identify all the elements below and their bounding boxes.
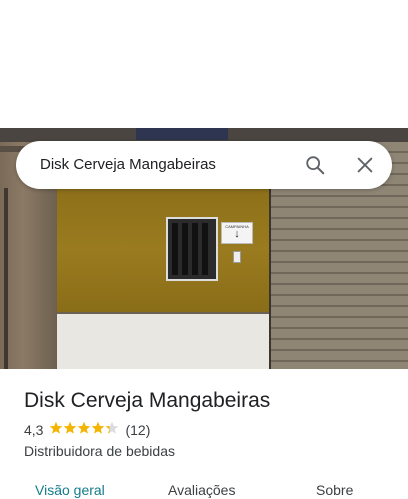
tab-bar: Visão geral Avaliações Sobre bbox=[0, 478, 408, 498]
tab-overview[interactable]: Visão geral bbox=[35, 481, 105, 499]
rating-value: 4,3 bbox=[24, 422, 44, 438]
white-wall bbox=[57, 314, 269, 369]
review-count[interactable]: (12) bbox=[125, 421, 150, 439]
tab-reviews[interactable]: Avaliações bbox=[168, 481, 235, 499]
barred-window bbox=[166, 217, 218, 281]
rating-row[interactable]: 4,3 (12) bbox=[24, 421, 150, 439]
ochre-wall bbox=[57, 186, 269, 312]
arrow-down-icon: ↓ bbox=[234, 228, 240, 240]
star-3-icon bbox=[78, 421, 91, 434]
search-query[interactable]: Disk Cerveja Mangabeiras bbox=[40, 156, 216, 174]
upper-sign bbox=[136, 128, 228, 140]
close-icon[interactable] bbox=[354, 154, 376, 176]
search-bar[interactable]: Disk Cerveja Mangabeiras bbox=[16, 141, 392, 189]
star-2-icon bbox=[64, 421, 77, 434]
doorbell-sign: CAMPAINHA ↓ bbox=[221, 222, 253, 244]
left-post bbox=[4, 188, 8, 369]
tab-about[interactable]: Sobre bbox=[316, 481, 353, 499]
place-title: Disk Cerveja Mangabeiras bbox=[24, 389, 271, 412]
doorbell-button bbox=[233, 251, 241, 263]
place-category: Distribuidora de bebidas bbox=[24, 443, 175, 459]
star-1-icon bbox=[50, 421, 63, 434]
star-4-icon bbox=[92, 421, 105, 434]
top-blank-area bbox=[0, 0, 408, 128]
star-rating-icon bbox=[49, 421, 119, 440]
star-5-icon bbox=[106, 421, 119, 434]
search-icon[interactable] bbox=[304, 154, 326, 176]
